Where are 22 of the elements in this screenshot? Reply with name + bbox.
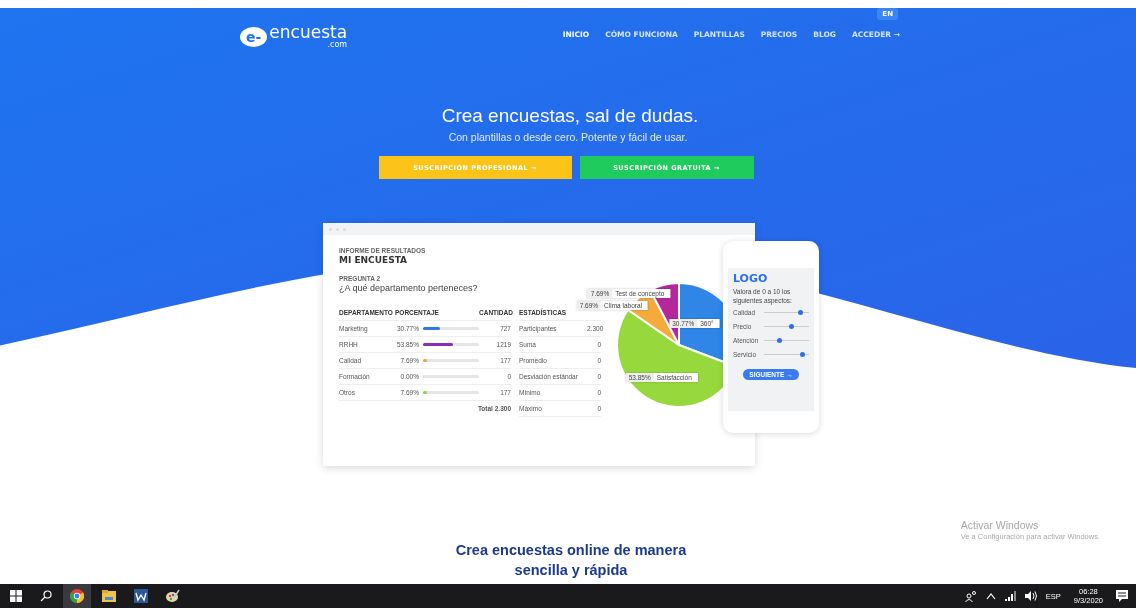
document-app-icon[interactable]	[134, 589, 148, 603]
hero-title: Crea encuestas, sal de dudas.	[441, 105, 699, 127]
windows-start-icon[interactable]	[10, 590, 22, 602]
browser-icon[interactable]	[70, 589, 84, 603]
hero-subtitle: Con plantillas o desde cero. Potente y fácil de usar.	[448, 131, 688, 143]
logo-text: LOGO	[733, 272, 769, 285]
question-text: ¿A qué departamento perteneces?	[339, 283, 479, 293]
folder-icon[interactable]	[102, 590, 116, 602]
search-icon[interactable]	[40, 590, 52, 602]
people-icon[interactable]	[964, 590, 977, 602]
caret-up-icon[interactable]	[985, 592, 996, 600]
slider-thumb[interactable]	[788, 323, 794, 329]
volume-icon[interactable]	[1024, 591, 1037, 601]
report-title: MI ENCUESTA	[339, 255, 409, 265]
section-heading: Crea encuestas online de manera sencilla y rápida	[454, 541, 688, 580]
notification-icon[interactable]	[1116, 590, 1128, 602]
paint-palette-icon[interactable]	[166, 589, 180, 603]
wifi-icon[interactable]	[1004, 591, 1016, 601]
slider-thumb[interactable]	[799, 351, 805, 357]
slider-thumb[interactable]	[797, 309, 803, 315]
activation-title: Activar Windows	[960, 519, 1040, 531]
slider-thumb[interactable]	[777, 337, 783, 343]
